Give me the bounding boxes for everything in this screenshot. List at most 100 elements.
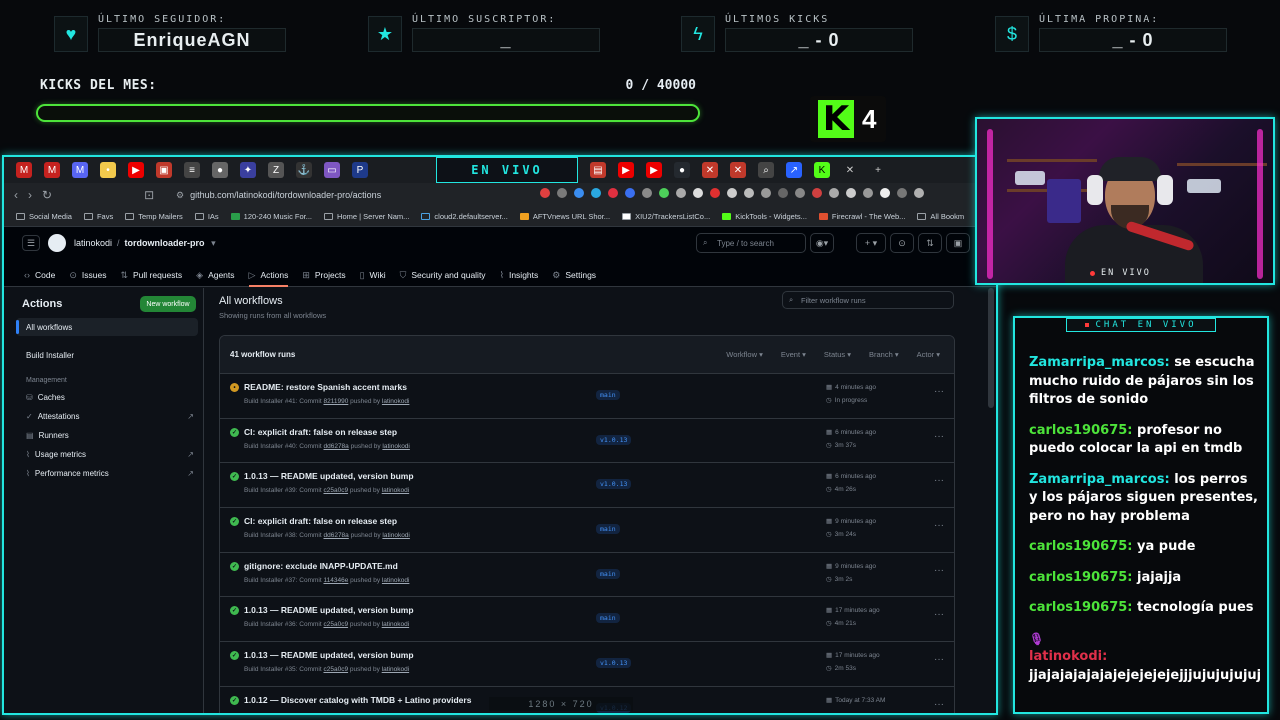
github-tab-icon[interactable]: ● [674,162,690,178]
tab-projects[interactable]: ⊞ Projects [302,263,345,287]
sidebar-item-attestations[interactable]: ✓ Attestations ↗ [26,412,194,421]
youtube-tab-icon[interactable]: ▶ [128,162,144,178]
chat-username[interactable]: carlos190675: [1029,600,1133,615]
bookmark-item[interactable]: 120-240 Music For... [230,212,312,221]
filter-workflow[interactable]: Workflow ▾ [726,350,763,359]
bookmark-item[interactable]: XIU2/TrackersListCo... [622,212,710,221]
forward-icon[interactable]: › [28,188,32,202]
table-row[interactable]: ✓ 1.0.13 — README updated, version bump … [220,597,954,643]
inbox-icon[interactable]: ▣ [946,233,970,253]
table-row[interactable]: ✓ 1.0.13 — README updated, version bump … [220,642,954,687]
sidebar-item-caches[interactable]: ⛁ Caches [26,393,194,402]
extension-icon[interactable] [829,188,839,198]
sidebar-item-runners[interactable]: ▤ Runners [26,431,194,440]
run-title[interactable]: 1.0.13 — README updated, version bump [244,471,414,481]
more-options-icon[interactable]: ··· [934,431,944,442]
bookmark-item[interactable]: Temp Mailers [125,212,183,221]
more-options-icon[interactable]: ··· [934,520,944,531]
tab-security[interactable]: ⛉ Security and quality [400,263,486,287]
create-new-icon[interactable]: + ▾ [856,233,886,253]
extension-icon[interactable] [744,188,754,198]
chat-username[interactable]: latinokodi: [1029,649,1107,664]
tab-actions[interactable]: ▷ Actions [248,263,288,287]
extension-icon[interactable] [540,188,550,198]
search-input[interactable]: ⌕ Type / to search [696,233,806,253]
chat-username[interactable]: Zamarripa_marcos: [1029,472,1170,487]
tab-settings[interactable]: ⚙ Settings [552,263,596,287]
run-title[interactable]: README: restore Spanish accent marks [244,382,407,392]
chevron-down-icon[interactable]: ▾ [211,238,216,248]
youtube-tab-icon[interactable]: ▶ [618,162,634,178]
tab-wiki[interactable]: ▯ Wiki [360,263,386,287]
bookmark-item[interactable]: cloud2.defaultserver... [421,212,508,221]
extension-icon[interactable] [574,188,584,198]
gmail-tab-icon[interactable]: M [44,162,60,178]
chat-username[interactable]: carlos190675: [1029,570,1133,585]
extension-icon[interactable] [778,188,788,198]
close-tab-icon[interactable]: ✕ [842,162,858,178]
tab-insights[interactable]: ⌇ Insights [500,263,539,287]
kick-tab-icon[interactable]: K [814,162,830,178]
branch-badge[interactable]: main [596,568,620,579]
commit-link[interactable]: 8211990 [323,398,348,405]
sidebar-item-performance-metrics[interactable]: ⌇ Performance metrics ↗ [26,469,194,478]
user-link[interactable]: latinokodi [382,621,409,628]
table-row[interactable]: ✓ 1.0.13 — README updated, version bump … [220,463,954,509]
extension-icon[interactable] [812,188,822,198]
user-link[interactable]: latinokodi [382,666,409,673]
site-info-icon[interactable]: ⚙ [176,190,184,201]
more-options-icon[interactable]: ··· [934,609,944,620]
tab-pull-requests[interactable]: ⇅ Pull requests [120,263,182,287]
chat-username[interactable]: carlos190675: [1029,539,1133,554]
bulb-tab-icon[interactable]: • [100,162,116,178]
table-row[interactable]: ✓ CI: explicit draft: false on release s… [220,419,954,464]
more-options-icon[interactable]: ··· [934,475,944,486]
run-title[interactable]: 1.0.13 — README updated, version bump [244,650,414,660]
user-link[interactable]: latinokodi [382,443,409,450]
app-tab-icon[interactable]: Z [268,162,284,178]
back-icon[interactable]: ‹ [14,188,18,202]
extension-icon[interactable] [693,188,703,198]
issues-icon[interactable]: ⊙ [890,233,914,253]
sidebar-item-usage-metrics[interactable]: ⌇ Usage metrics ↗ [26,450,194,459]
anchor-tab-icon[interactable]: ⚓ [296,162,312,178]
more-options-icon[interactable]: ··· [934,654,944,665]
x-tab-icon[interactable]: ✕ [730,162,746,178]
user-link[interactable]: latinokodi [382,487,409,494]
branch-badge[interactable]: main [596,613,620,624]
copilot-icon[interactable]: ◉▾ [810,233,834,253]
chat-username[interactable]: carlos190675: [1029,423,1133,438]
bookmark-page-icon[interactable]: ⊡ [144,188,154,202]
extension-icon[interactable] [727,188,737,198]
extension-icon[interactable] [795,188,805,198]
reload-icon[interactable]: ↻ [42,188,52,202]
repo-link[interactable]: tordownloader-pro [125,238,205,248]
tab-agents[interactable]: ◈ Agents [196,263,234,287]
extension-icon[interactable] [761,188,771,198]
extension-icon[interactable] [659,188,669,198]
sidebar-item-all-workflows[interactable]: All workflows [16,318,198,336]
mail-tab-icon[interactable]: M [72,162,88,178]
sparkle-tab-icon[interactable]: ✦ [240,162,256,178]
tab-issues[interactable]: ⊙ Issues [69,263,106,287]
branch-badge[interactable]: main [596,390,620,400]
table-row[interactable]: ✓ gitignore: exclude INAPP-UPDATE.md Bui… [220,553,954,598]
more-options-icon[interactable]: ··· [934,565,944,576]
extension-icon[interactable] [608,188,618,198]
branch-badge[interactable]: main [596,524,620,535]
extension-icon[interactable] [914,188,924,198]
user-link[interactable]: latinokodi [382,398,409,405]
pull-requests-icon[interactable]: ⇅ [918,233,942,253]
commit-link[interactable]: 114346e [323,577,348,584]
app-tab-icon[interactable]: ● [212,162,228,178]
app-tab-icon[interactable]: ▭ [324,162,340,178]
commit-link[interactable]: c25a0c9 [323,666,348,673]
table-row[interactable]: ✓ CI: explicit draft: false on release s… [220,508,954,553]
commit-link[interactable]: dd6278a [323,532,348,539]
github-logo-icon[interactable] [48,234,66,252]
tab-code[interactable]: ‹› Code [24,263,55,287]
page-scrollbar[interactable] [988,288,994,408]
branch-badge[interactable]: v1.0.13 [596,479,632,490]
bookmark-item[interactable]: Favs [83,212,113,221]
tab-en-vivo[interactable]: EN VIVO [436,157,578,183]
